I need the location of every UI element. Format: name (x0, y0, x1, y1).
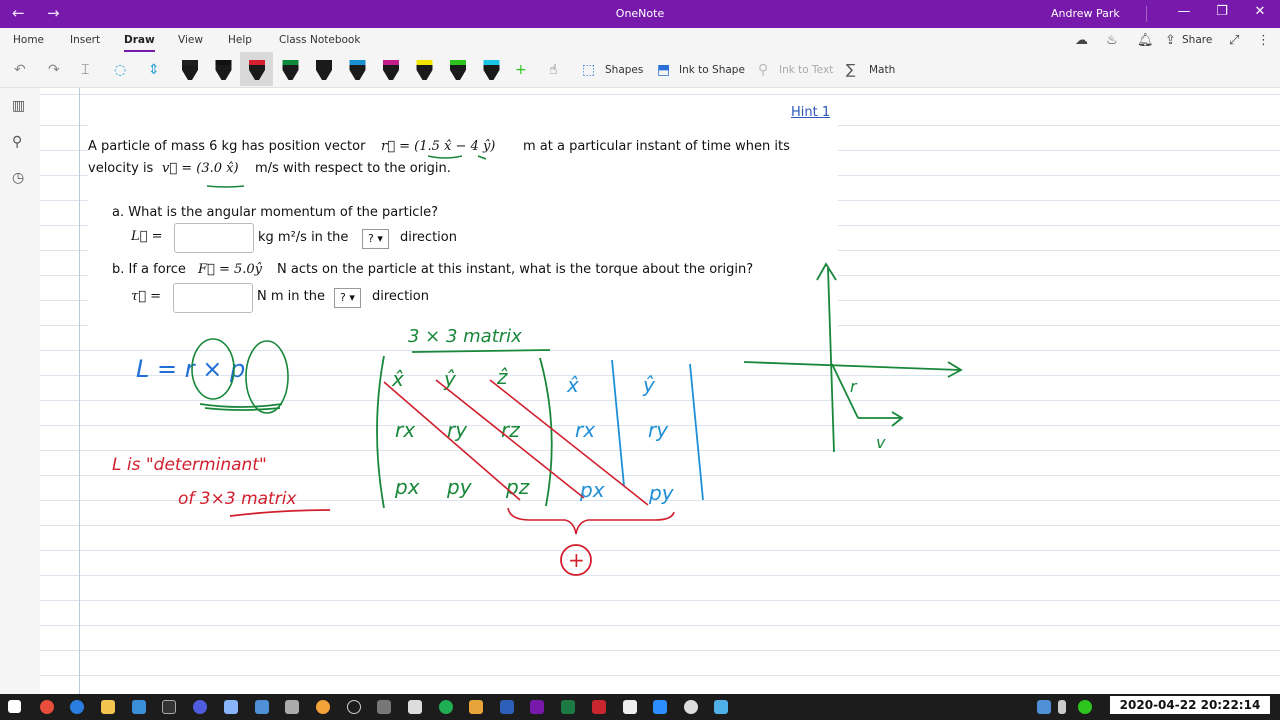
question-a-direction-label: direction (400, 230, 457, 245)
taskbar-clock[interactable]: 2020-04-22 20:22:14 (1110, 696, 1270, 714)
tab-insert[interactable]: Insert (70, 34, 100, 46)
question-b-variable: τ⃗ = (131, 289, 162, 304)
ink-to-shape-button[interactable]: Ink to Shape (679, 64, 745, 76)
bell-icon[interactable]: 🔔︎ (1137, 33, 1154, 48)
pen-10-icon[interactable] (483, 60, 500, 80)
pen-9-icon[interactable] (450, 60, 466, 80)
tab-view[interactable]: View (178, 34, 203, 46)
tray-icon-1[interactable] (1037, 700, 1051, 714)
ink-to-text-button: Ink to Text (779, 64, 834, 76)
app-icon-23[interactable] (714, 700, 728, 714)
calculator-icon[interactable] (623, 700, 637, 714)
app-icon-13[interactable] (408, 700, 422, 714)
sync-icon[interactable]: ☁ (1075, 33, 1088, 48)
more-options-icon[interactable]: ⋮ (1257, 33, 1270, 48)
excel-icon[interactable] (561, 700, 575, 714)
app-icon-14[interactable] (439, 700, 453, 714)
math-icon[interactable]: ∑ (846, 62, 855, 78)
ink-to-shape-icon[interactable]: ⬒ (657, 62, 670, 78)
tray-icon-2[interactable] (1058, 700, 1066, 714)
onenote-icon[interactable] (530, 700, 544, 714)
shapes-button[interactable]: Shapes (605, 64, 643, 76)
settings-app-icon[interactable] (224, 700, 238, 714)
user-name[interactable]: Andrew Park (1051, 7, 1120, 20)
store-icon[interactable] (132, 700, 146, 714)
ribbon-tabs: Home Insert Draw View Help Class Noteboo… (0, 28, 1280, 52)
app-icon-19[interactable] (592, 700, 606, 714)
problem-line1-b: m at a particular instant of time when i… (523, 139, 790, 154)
math-button[interactable]: Math (869, 64, 895, 76)
start-windows-icon[interactable] (8, 700, 21, 713)
add-pen-icon[interactable]: + (515, 62, 527, 78)
velocity-vector: v⃗ = (3.0 x̂) (162, 161, 239, 176)
app-icon-8[interactable] (255, 700, 269, 714)
restore-button[interactable]: ❐ (1212, 4, 1232, 19)
expand-icon[interactable]: ⤢ (1229, 33, 1239, 48)
pen-2-icon[interactable] (215, 60, 232, 80)
pen-palette[interactable] (0, 52, 520, 88)
question-b-units: N m in the (257, 289, 325, 304)
question-b-direction-select[interactable]: ? ▾ (334, 288, 361, 308)
pen-5-icon[interactable] (316, 60, 332, 80)
force-vector: F⃗ = 5.0ŷ (198, 262, 262, 277)
lightbulb-icon[interactable]: ♨ (1106, 33, 1118, 48)
question-b-label-b: N acts on the particle at this instant, … (277, 262, 754, 277)
question-a-variable: L⃗ = (131, 229, 163, 244)
pen-7-icon[interactable] (383, 60, 399, 80)
app-icon-15[interactable] (469, 700, 483, 714)
app-icon-22[interactable] (684, 700, 698, 714)
app-icon-6[interactable] (193, 700, 207, 714)
tab-help[interactable]: Help (228, 34, 252, 46)
share-icon[interactable]: ⇪ (1165, 33, 1176, 48)
chrome-icon[interactable] (40, 700, 54, 714)
file-explorer-icon[interactable] (101, 700, 115, 714)
pen-3-icon[interactable] (249, 60, 265, 80)
pen-1-icon[interactable] (182, 60, 198, 80)
tray-icon-3[interactable] (1078, 700, 1092, 714)
draw-toolbar: ↶ ↷ ⌶ ◌ ⇕ + ☝ ⬚ Shapes ⬒ Ink to Shape ⚲ … (0, 52, 1280, 88)
share-button[interactable]: Share (1182, 34, 1212, 46)
page-margin-line (79, 88, 80, 694)
tab-class-notebook[interactable]: Class Notebook (279, 34, 360, 46)
pen-6-icon[interactable] (349, 60, 366, 80)
app-icon-9[interactable] (285, 700, 299, 714)
ink-to-text-icon: ⚲ (758, 62, 769, 78)
question-b-direction-label: direction (372, 289, 429, 304)
notebooks-icon[interactable]: ▥ (12, 98, 25, 114)
tab-draw[interactable]: Draw (124, 34, 155, 52)
problem-line2-b: m/s with respect to the origin. (255, 161, 451, 176)
shapes-icon[interactable]: ⬚ (582, 62, 595, 78)
search-icon[interactable]: ⚲ (12, 134, 22, 150)
edge-icon[interactable] (70, 700, 84, 714)
question-a-direction-select[interactable]: ? ▾ (362, 229, 389, 249)
question-a-label: a. What is the angular momentum of the p… (112, 205, 438, 220)
recent-clock-icon[interactable]: ◷ (12, 170, 24, 186)
tab-home[interactable]: Home (13, 34, 44, 46)
touch-draw-icon[interactable]: ☝ (549, 62, 558, 78)
left-navigation-rail: ▥ ⚲ ◷ (0, 88, 40, 694)
app-icon-11[interactable] (347, 700, 361, 714)
question-b-label-a: b. If a force (112, 262, 186, 277)
close-button[interactable]: ✕ (1250, 4, 1270, 19)
question-a-units: kg m²/s in the (258, 230, 349, 245)
firefox-icon[interactable] (316, 700, 330, 714)
angular-momentum-input[interactable] (174, 223, 254, 253)
taskbar (0, 694, 1280, 720)
word-icon[interactable] (500, 700, 514, 714)
problem-line1-a: A particle of mass 6 kg has position vec… (88, 139, 366, 154)
title-divider (1146, 6, 1147, 22)
pen-8-icon[interactable] (416, 60, 433, 80)
hint-link[interactable]: Hint 1 (791, 105, 830, 120)
pen-4-icon[interactable] (282, 60, 299, 80)
torque-input[interactable] (173, 283, 253, 313)
position-vector: r⃗ = (1.5 x̂ − 4 ŷ) (381, 139, 496, 154)
problem-line2-a: velocity is (88, 161, 154, 176)
terminal-icon[interactable] (162, 700, 176, 714)
title-bar: ← → OneNote Andrew Park — ❐ ✕ (0, 0, 1280, 28)
zoom-icon[interactable] (653, 700, 667, 714)
minimize-button[interactable]: — (1174, 4, 1194, 19)
app-icon-12[interactable] (377, 700, 391, 714)
